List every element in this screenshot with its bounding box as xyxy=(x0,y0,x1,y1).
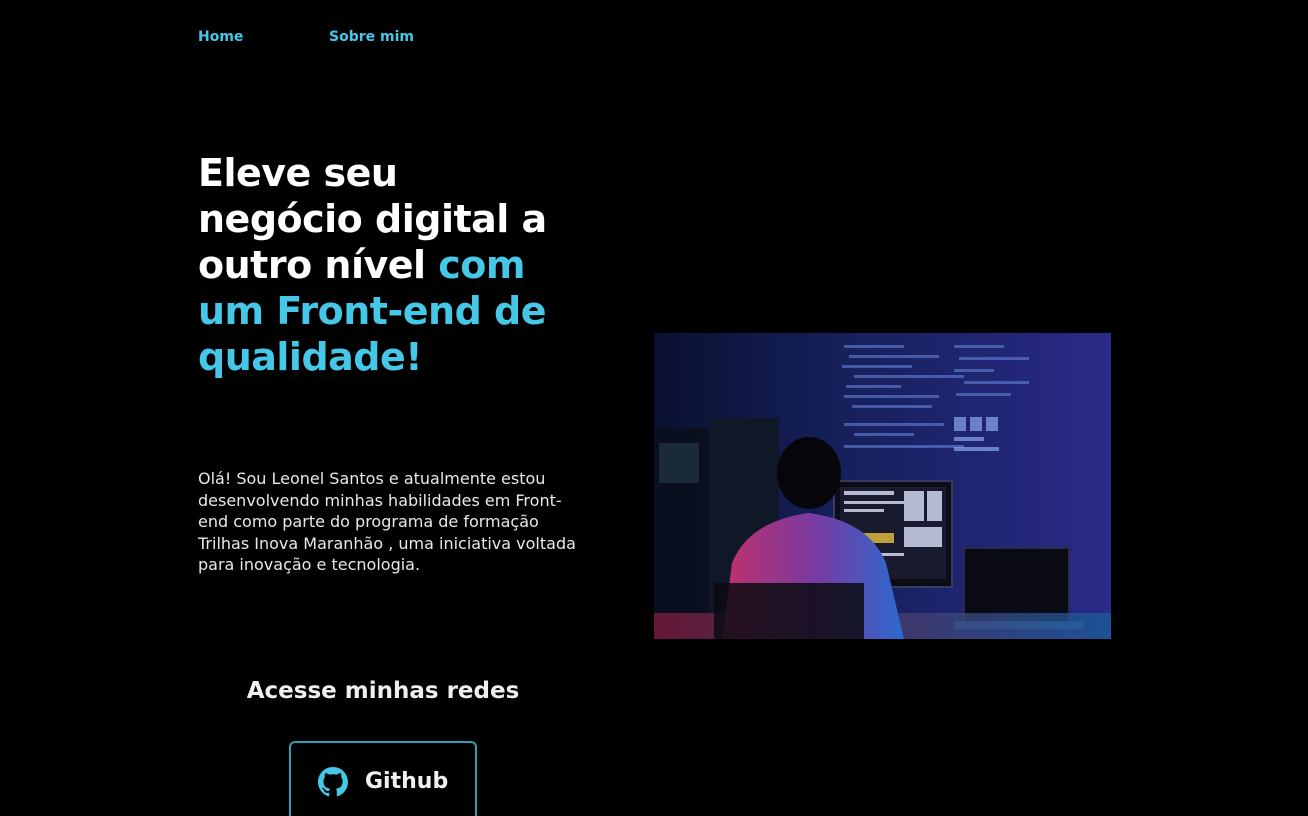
github-button[interactable]: Github xyxy=(289,741,477,816)
github-button-label: Github xyxy=(365,769,449,794)
intro-paragraph: Olá! Sou Leonel Santos e atualmente esto… xyxy=(198,469,576,574)
page: Home Sobre mim Eleve seu negócio digital… xyxy=(0,0,1308,816)
nav-about-link[interactable]: Sobre mim xyxy=(329,29,414,45)
social-heading: Acesse minhas redes xyxy=(246,678,520,704)
top-nav: Home Sobre mim xyxy=(198,29,414,45)
developer-at-desk-illustration xyxy=(654,333,1111,639)
hero-title: Eleve seu negócio digital a outro nível … xyxy=(198,150,568,380)
nav-home-link[interactable]: Home xyxy=(198,29,329,45)
hero-image xyxy=(654,333,1111,639)
github-icon xyxy=(318,767,348,797)
